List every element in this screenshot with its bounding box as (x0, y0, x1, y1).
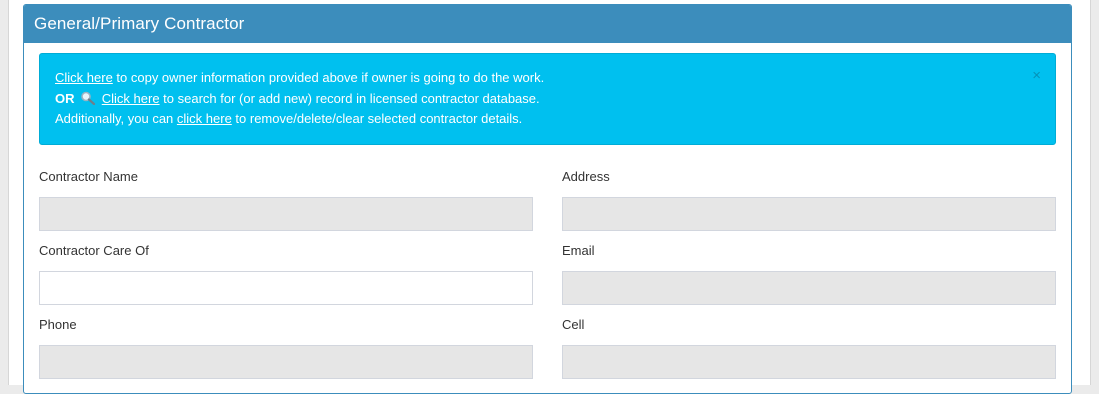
panel-title: General/Primary Contractor (24, 5, 1071, 43)
contractor-name-input[interactable] (39, 197, 533, 231)
info-alert: × Click here to copy owner information p… (39, 53, 1056, 145)
address-group: Address (562, 169, 1056, 231)
search-icon (81, 91, 96, 105)
cell-group: Cell (562, 317, 1056, 379)
contractor-name-group: Contractor Name (39, 169, 533, 231)
alert-or-label: OR (55, 90, 75, 106)
alert-line-3: Additionally, you can click here to remo… (55, 109, 1040, 130)
email-label: Email (562, 243, 595, 258)
contractor-panel: General/Primary Contractor × Click here … (23, 4, 1072, 394)
alert-line-2-text: to search for (or add new) record in lic… (159, 90, 540, 106)
left-border (8, 0, 9, 385)
email-group: Email (562, 243, 1056, 305)
contractor-care-of-group: Contractor Care Of (39, 243, 533, 305)
email-input[interactable] (562, 271, 1056, 305)
contractor-name-label: Contractor Name (39, 169, 138, 184)
cell-label: Cell (562, 317, 585, 332)
alert-line-2: OR Click here to search for (or add new)… (55, 89, 1040, 110)
right-border (1090, 0, 1091, 385)
alert-line-1-text: to copy owner information provided above… (112, 70, 545, 85)
contractor-care-of-input[interactable] (39, 271, 533, 305)
clear-contractor-link[interactable]: click here (177, 111, 232, 126)
cell-input[interactable] (562, 345, 1056, 379)
copy-owner-link[interactable]: Click here (55, 70, 113, 85)
alert-line-1: Click here to copy owner information pro… (55, 68, 1040, 89)
phone-label: Phone (39, 317, 77, 332)
search-contractor-link[interactable]: Click here (102, 91, 160, 106)
close-icon[interactable]: × (1032, 68, 1041, 83)
phone-input[interactable] (39, 345, 533, 379)
alert-line-3-text: to remove/delete/clear selected contract… (231, 111, 523, 126)
address-input[interactable] (562, 197, 1056, 231)
address-label: Address (562, 169, 610, 184)
phone-group: Phone (39, 317, 533, 379)
contractor-care-of-label: Contractor Care Of (39, 243, 149, 258)
alert-line-3-prefix: Additionally, you can (55, 111, 177, 126)
